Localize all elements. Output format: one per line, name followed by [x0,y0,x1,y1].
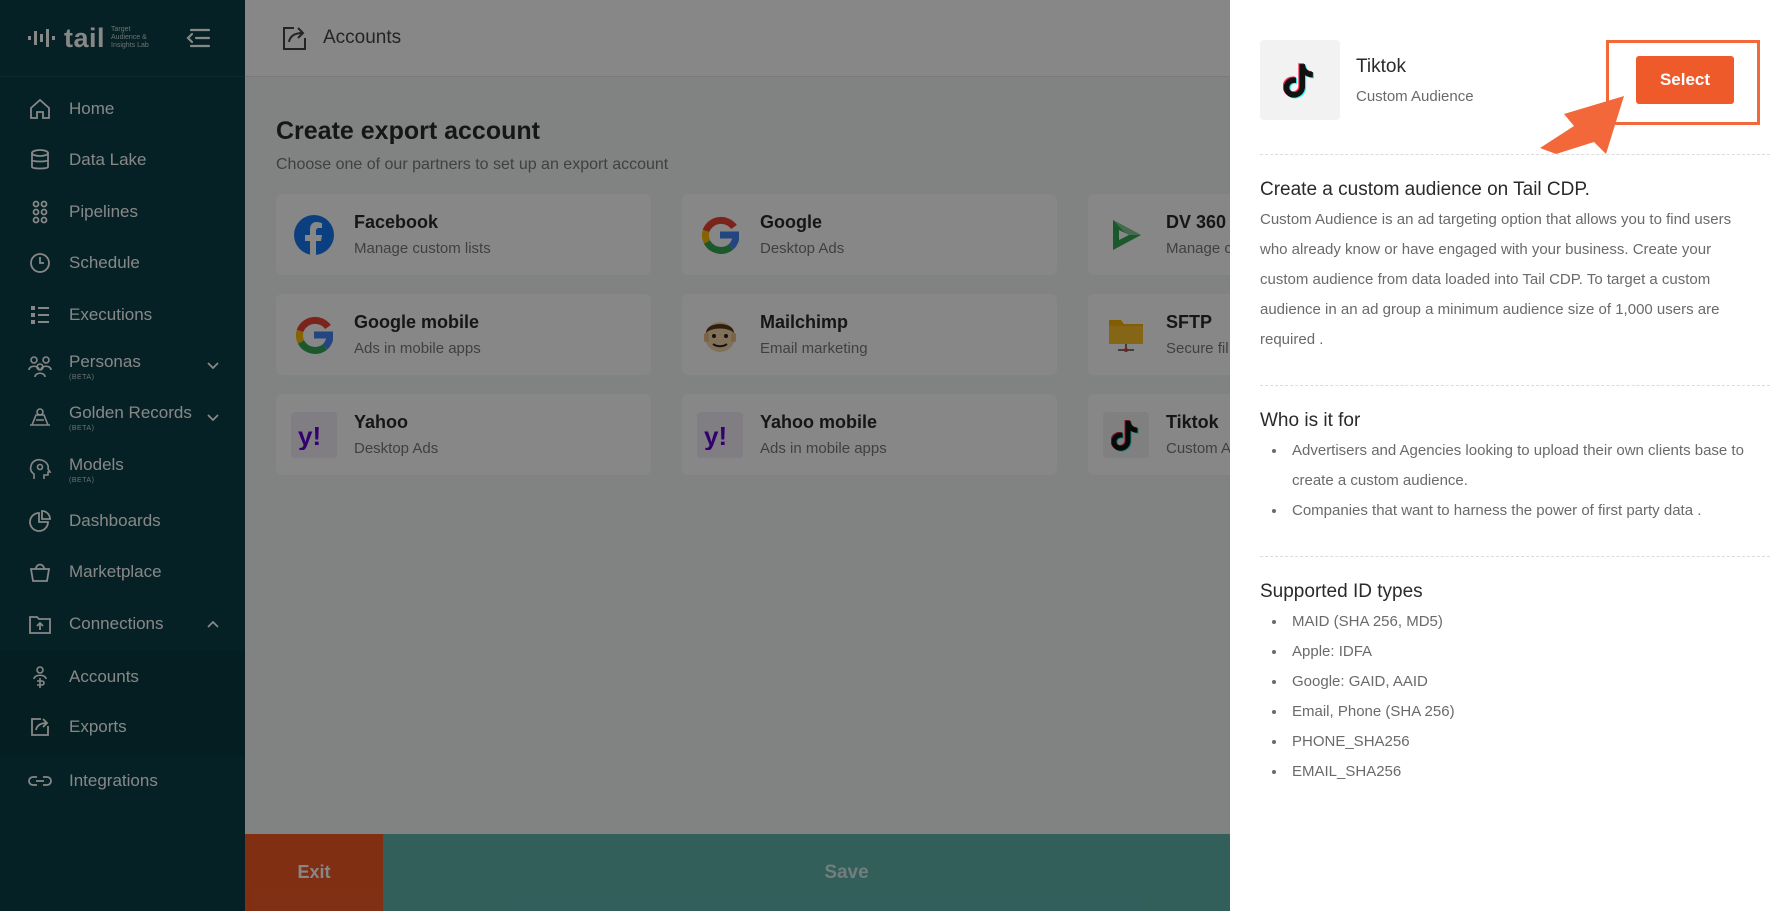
panel-title: Tiktok [1356,56,1406,77]
id-types-list: MAID (SHA 256, MD5) Apple: IDFA Google: … [1260,607,1788,787]
list-item: Companies that want to harness the power… [1260,496,1750,526]
divider [1260,385,1770,386]
list-item: Advertisers and Agencies looking to uplo… [1260,436,1750,496]
select-button[interactable]: Select [1636,56,1734,104]
modal-backdrop[interactable] [0,0,1230,911]
section-about: Create a custom audience on Tail CDP. Cu… [1260,179,1788,355]
audience-list: Advertisers and Agencies looking to uplo… [1260,436,1788,526]
partner-detail-panel: Tiktok Custom Audience Select Create a c… [1230,0,1788,911]
list-item: Apple: IDFA [1260,637,1750,667]
divider [1260,154,1770,155]
list-item: EMAIL_SHA256 [1260,757,1750,787]
panel-header: Tiktok Custom Audience Select [1260,40,1788,154]
section-id-types: Supported ID types MAID (SHA 256, MD5) A… [1260,581,1788,787]
section-title: Supported ID types [1260,581,1423,602]
list-item: Email, Phone (SHA 256) [1260,697,1750,727]
list-item: PHONE_SHA256 [1260,727,1750,757]
list-item: Google: GAID, AAID [1260,667,1750,697]
divider [1260,556,1770,557]
section-text: Custom Audience is an ad targeting optio… [1260,211,1732,348]
list-item: MAID (SHA 256, MD5) [1260,607,1750,637]
section-title: Who is it for [1260,410,1361,431]
section-title: Create a custom audience on Tail CDP. [1260,179,1590,200]
panel-subtitle: Custom Audience [1356,88,1474,105]
section-audience: Who is it for Advertisers and Agencies l… [1260,410,1788,526]
tiktok-logo-icon [1260,40,1340,120]
pointer-arrow-icon [1540,96,1624,154]
